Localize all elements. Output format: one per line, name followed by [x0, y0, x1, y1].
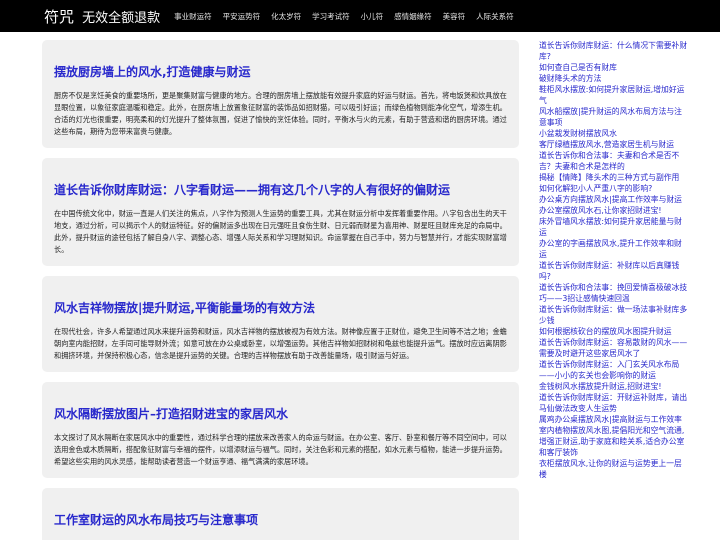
sidebar-link[interactable]: 床外冒墙风水摆放:如何提升家居能量与财运	[539, 216, 689, 238]
article-summary: 在中国传统文化中，财运一直是人们关注的焦点，八字作为预测人生运势的重要工具，尤其…	[54, 209, 507, 254]
sidebar-link[interactable]: 道长告诉你财库财运：什么情况下需要补财库?	[539, 40, 689, 62]
sidebar-link[interactable]: 道长告诉你财库财运：入门玄关风水布局——小小的玄关也会影响你的财运	[539, 359, 689, 381]
article-summary: 厨房不仅是烹饪美食的重要场所，更是聚集财富与健康的地方。合理的厨房墙上摆放能有效…	[54, 91, 507, 136]
article-card: 工作室财运的风水布局技巧与注意事项	[42, 488, 519, 540]
article-title-link[interactable]: 道长告诉你财库财运：八字看财运——拥有这几个八字的人有很好的偏财运	[54, 182, 507, 198]
sidebar-link[interactable]: 办公室摆放风水石,让你家招财进宝!	[539, 205, 689, 216]
article-card: 道长告诉你财库财运：八字看财运——拥有这几个八字的人有很好的偏财运 在中国传统文…	[42, 158, 519, 266]
main-nav: 事业财运符 平安运势符 化太岁符 学习考试符 小儿符 感情姻缘符 美容符 人际关…	[174, 11, 525, 22]
nav-item-beauty[interactable]: 美容符	[443, 11, 466, 22]
sidebar-link[interactable]: 小盆栽发财树摆放风水	[539, 128, 689, 139]
site-brand[interactable]: 符咒 无效全额退款	[44, 6, 160, 27]
sidebar-link[interactable]: 揭秘【情降】降头术的三种方式与副作用	[539, 172, 689, 183]
sidebar-link[interactable]: 如何查自己是否有财库	[539, 62, 689, 73]
nav-item-love-marriage[interactable]: 感情姻缘符	[394, 11, 432, 22]
site-tagline: 无效全额退款	[82, 10, 161, 26]
nav-item-tai-sui[interactable]: 化太岁符	[271, 11, 301, 22]
sidebar-link[interactable]: 道长告诉你和合法事：夫妻和合术是否不吉？夫妻和合术是怎样的	[539, 150, 689, 172]
nav-item-study-exam[interactable]: 学习考试符	[312, 11, 350, 22]
article-title-link[interactable]: 工作室财运的风水布局技巧与注意事项	[54, 512, 507, 528]
article-list: 摆放厨房墙上的风水,打造健康与财运 厨房不仅是烹饪美食的重要场所，更是聚集财富与…	[42, 40, 519, 540]
sidebar-link[interactable]: 道长告诉你财库财运：补财库以后真赚钱吗?	[539, 260, 689, 282]
nav-item-relationships[interactable]: 人际关系符	[476, 11, 514, 22]
nav-item-career-wealth[interactable]: 事业财运符	[174, 11, 212, 22]
sidebar-link[interactable]: 客厅绿植摆放风水,营造家居生机与财运	[539, 139, 689, 150]
article-summary: 本文探讨了风水隔断在家居风水中的重要性，通过科学合理的摆放来改善家人的命运与财运…	[54, 433, 507, 466]
sidebar-link[interactable]: 属鸡办公桌摆放风水|提高财运与工作效率	[539, 414, 689, 425]
article-card: 风水吉祥物摆放|提升财运,平衡能量场的有效方法 在现代社会，许多人希望通过风水来…	[42, 276, 519, 372]
article-card: 风水隔断摆放图片–打造招财进宝的家居风水 本文探讨了风水隔断在家居风水中的重要性…	[42, 382, 519, 478]
article-card: 摆放厨房墙上的风水,打造健康与财运 厨房不仅是烹饪美食的重要场所，更是聚集财富与…	[42, 40, 519, 148]
sidebar-link[interactable]: 风水船摆放|提升财运的风水布局方法与注意事项	[539, 106, 689, 128]
sidebar-link[interactable]: 办公桌方向摆放风水|提高工作效率与财运	[539, 194, 689, 205]
sidebar-link[interactable]: 如何根据核砍台的摆放风水图提升财运	[539, 326, 689, 337]
sidebar-link[interactable]: 室内植物摆放风水图,提倡阳光和空气流通,增强正财运,助于家庭和睦关系,适合办公室…	[539, 425, 689, 458]
sidebar-link[interactable]: 衣柜摆放风水,让你的财运与运势更上一层楼	[539, 458, 689, 480]
sidebar-link[interactable]: 道长告诉你财库财运：做一场法事补财库多少钱	[539, 304, 689, 326]
sidebar-link[interactable]: 金钱树风水摆放提升财运,招财进宝!	[539, 381, 689, 392]
nav-item-safety-luck[interactable]: 平安运势符	[223, 11, 261, 22]
sidebar-link[interactable]: 道长告诉你财库财运：容易散财的风水——需要及时避开这些家居风水了	[539, 337, 689, 359]
nav-item-children[interactable]: 小儿符	[361, 11, 384, 22]
sidebar-link[interactable]: 破财降头术的方法	[539, 73, 689, 84]
article-title-link[interactable]: 风水隔断摆放图片–打造招财进宝的家居风水	[54, 406, 507, 422]
sidebar-related-links: 道长告诉你财库财运：什么情况下需要补财库? 如何查自己是否有财库 破财降头术的方…	[539, 40, 689, 540]
top-navbar: 符咒 无效全额退款 事业财运符 平安运势符 化太岁符 学习考试符 小儿符 感情姻…	[0, 0, 720, 32]
sidebar-link[interactable]: 办公室的字画摆放风水,提升工作效率和财运	[539, 238, 689, 260]
article-title-link[interactable]: 摆放厨房墙上的风水,打造健康与财运	[54, 64, 507, 80]
sidebar-link[interactable]: 道长告诉你财库财运：开财运补财库，请出马仙做法改变人生运势	[539, 392, 689, 414]
sidebar-link[interactable]: 道长告诉你和合法事：挽回爱情喜极破冰技巧——3招让感情快速回温	[539, 282, 689, 304]
sidebar-link[interactable]: 如何化解犯小人严重八字的影响?	[539, 183, 689, 194]
article-title-link[interactable]: 风水吉祥物摆放|提升财运,平衡能量场的有效方法	[54, 300, 507, 316]
site-logo[interactable]: 符咒	[44, 8, 74, 26]
article-summary: 在现代社会，许多人希望通过风水来提升运势和财运，风水吉祥物的摆放被视为有效方法。…	[54, 327, 507, 360]
sidebar-link[interactable]: 鞋柜风水摆放:如何提升家居财运,增加好运气	[539, 84, 689, 106]
